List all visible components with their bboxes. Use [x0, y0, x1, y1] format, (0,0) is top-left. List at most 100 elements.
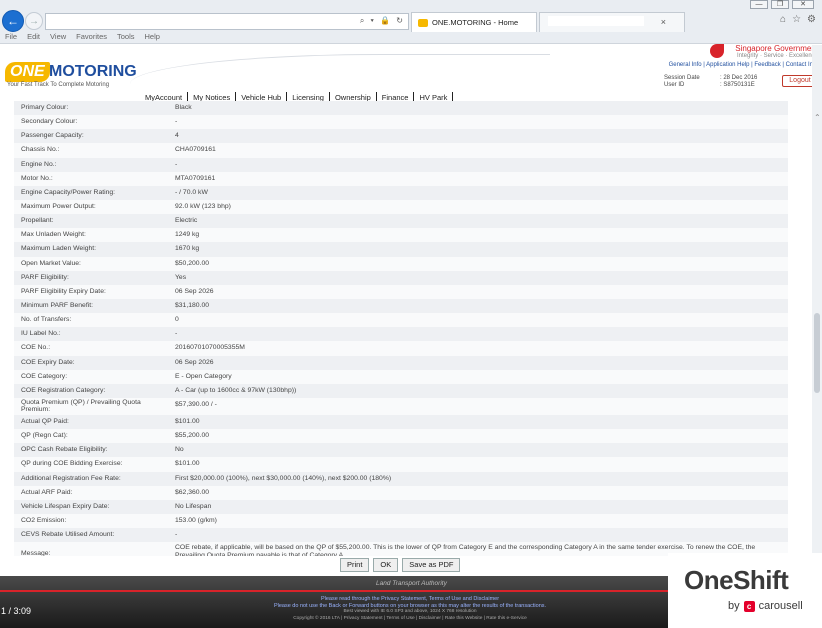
restore-button[interactable]: ❐: [771, 0, 789, 9]
details-label: Engine No.:: [21, 160, 57, 168]
details-value: -: [175, 531, 178, 539]
details-value: 92.0 kW (123 bhp): [175, 202, 231, 210]
details-value: 06 Sep 2026: [175, 358, 214, 366]
details-value: 20160701070005355M: [175, 344, 245, 352]
close-window-button[interactable]: ✕: [792, 0, 814, 9]
minimize-button[interactable]: —: [750, 0, 768, 9]
tab-onemotoring[interactable]: ONE.MOTORING - Home: [411, 12, 537, 32]
details-label: IU Label No.:: [21, 330, 61, 338]
details-label: Additional Registration Fee Rate:: [21, 474, 121, 482]
details-label: QP during COE Bidding Exercise:: [21, 460, 123, 468]
details-row: QP during COE Bidding Exercise: $101.00: [14, 457, 788, 472]
scroll-up-icon[interactable]: ⌃: [814, 113, 821, 122]
details-row: COE No.: 20160701070005355M: [14, 341, 788, 356]
details-value: Black: [175, 104, 192, 111]
arrow-left-icon: ←: [7, 14, 19, 28]
favorites-star-icon[interactable]: ☆: [792, 14, 801, 25]
details-value: 06 Sep 2026: [175, 287, 214, 295]
details-label: CEVS Rebate Utilised Amount:: [21, 531, 115, 539]
details-label: Actual QP Paid:: [21, 417, 69, 425]
close-icon[interactable]: ×: [661, 17, 666, 27]
details-value: $62,360.00: [175, 488, 210, 496]
menu-favorites[interactable]: Favorites: [76, 32, 107, 44]
details-label: Chassis No.:: [21, 146, 60, 154]
menu-help[interactable]: Help: [145, 32, 160, 44]
details-label: Motor No.:: [21, 174, 53, 182]
details-row: Chassis No.: CHA0709161: [14, 143, 788, 158]
details-row: PARF Eligibility: Yes: [14, 270, 788, 285]
gov-tagline: Integrity · Service · Excellence: [736, 53, 818, 59]
details-row: Minimum PARF Benefit: $31,180.00: [14, 298, 788, 314]
address-bar-icons[interactable]: ⌕ ▾ 🔒 ↻: [360, 16, 405, 26]
details-value: 0: [175, 316, 179, 324]
details-row: OPC Cash Rebate Eligibility: No: [14, 443, 788, 458]
by-label: by: [728, 600, 740, 612]
home-icon[interactable]: ⌂: [780, 14, 786, 25]
details-label: QP (Regn Cat):: [21, 432, 68, 440]
details-value: $101.00: [175, 417, 200, 425]
details-row: IU Label No.: -: [14, 327, 788, 342]
user-id-label: User ID: [664, 82, 685, 88]
details-row: COE Category: E - Open Category: [14, 369, 788, 384]
menu-edit[interactable]: Edit: [27, 32, 40, 44]
details-label: PARF Eligibility:: [21, 273, 69, 281]
details-row: CO2 Emission: 153.00 (g/km): [14, 513, 788, 529]
lion-head-icon: [710, 44, 724, 58]
menu-view[interactable]: View: [50, 32, 66, 44]
details-label: Secondary Colour:: [21, 118, 78, 126]
details-label: Passenger Capacity:: [21, 132, 84, 140]
details-row: COE Expiry Date: 06 Sep 2026: [14, 355, 788, 370]
details-value: No: [175, 446, 184, 454]
address-bar[interactable]: ⌕ ▾ 🔒 ↻: [45, 13, 409, 30]
page-scrollbar[interactable]: ⌃: [812, 45, 822, 585]
logo-tagline: Your Fast Track To Complete Motoring: [7, 82, 110, 88]
action-buttons: Print OK Save as PDF: [340, 558, 461, 572]
video-duration: / 3:09: [8, 606, 32, 616]
details-label: COE No.:: [21, 344, 51, 352]
print-button[interactable]: Print: [340, 558, 370, 572]
details-row: Motor No.: MTA0709161: [14, 171, 788, 186]
menu-file[interactable]: File: [5, 32, 17, 44]
save-as-pdf-button[interactable]: Save as PDF: [402, 558, 461, 572]
lta-logo: Land Transport Authority: [376, 580, 447, 587]
details-label: Max Unladen Weight:: [21, 231, 86, 239]
details-value: $50,200.00: [175, 259, 210, 267]
tab-title: ONE.MOTORING - Home: [432, 18, 519, 27]
details-row: Engine No.: -: [14, 157, 788, 172]
tab-blank[interactable]: ×: [539, 12, 685, 32]
details-label: Vehicle Lifespan Expiry Date:: [21, 502, 110, 510]
ok-button[interactable]: OK: [373, 558, 399, 572]
forward-button[interactable]: →: [25, 12, 43, 30]
details-value: 4: [175, 132, 179, 140]
by-carousell: by c carousell: [728, 600, 803, 612]
details-row: Max Unladen Weight: 1249 kg: [14, 228, 788, 243]
carousell-icon: c: [743, 600, 755, 612]
details-value: 153.00 (g/km): [175, 516, 217, 524]
scrollbar-thumb[interactable]: [814, 313, 820, 393]
details-label: Maximum Laden Weight:: [21, 245, 97, 253]
details-row: Actual ARF Paid: $62,360.00: [14, 485, 788, 500]
singapore-government-logo: Singapore Government Integrity · Service…: [708, 44, 818, 59]
details-value: $101.00: [175, 460, 200, 468]
vehicle-details-table: Primary Colour: Black Secondary Colour: - Pa…: [14, 101, 788, 556]
details-row: Maximum Laden Weight: 1670 kg: [14, 242, 788, 257]
details-value: - / 70.0 kW: [175, 188, 208, 196]
details-value: $55,200.00: [175, 432, 210, 440]
details-label: Open Market Value:: [21, 259, 81, 267]
details-row: CEVS Rebate Utilised Amount: -: [14, 528, 788, 543]
onemotoring-logo[interactable]: ONE MOTORING Your Fast Track To Complete…: [5, 62, 137, 92]
details-row: No. of Transfers: 0: [14, 313, 788, 328]
details-value: $57,390.00 / -: [175, 400, 217, 408]
details-row: Secondary Colour: -: [14, 115, 788, 130]
oneshift-logo: OneShift: [684, 565, 789, 595]
menu-tools[interactable]: Tools: [117, 32, 135, 44]
session-date-label: Session Date: [664, 75, 700, 81]
menu-bar: File Edit View Favorites Tools Help: [0, 32, 160, 44]
onemotoring-favicon-icon: [418, 18, 428, 27]
footer-line-copyright[interactable]: Copyright © 2016 LTA | Privacy Statement…: [200, 616, 620, 623]
gear-icon[interactable]: ⚙: [807, 14, 816, 25]
carousell-label: carousell: [758, 600, 803, 612]
utility-links[interactable]: General Info | Application Help | Feedba…: [669, 62, 818, 68]
back-button[interactable]: ←: [2, 10, 24, 32]
details-row: Additional Registration Fee Rate: First $…: [14, 471, 788, 486]
